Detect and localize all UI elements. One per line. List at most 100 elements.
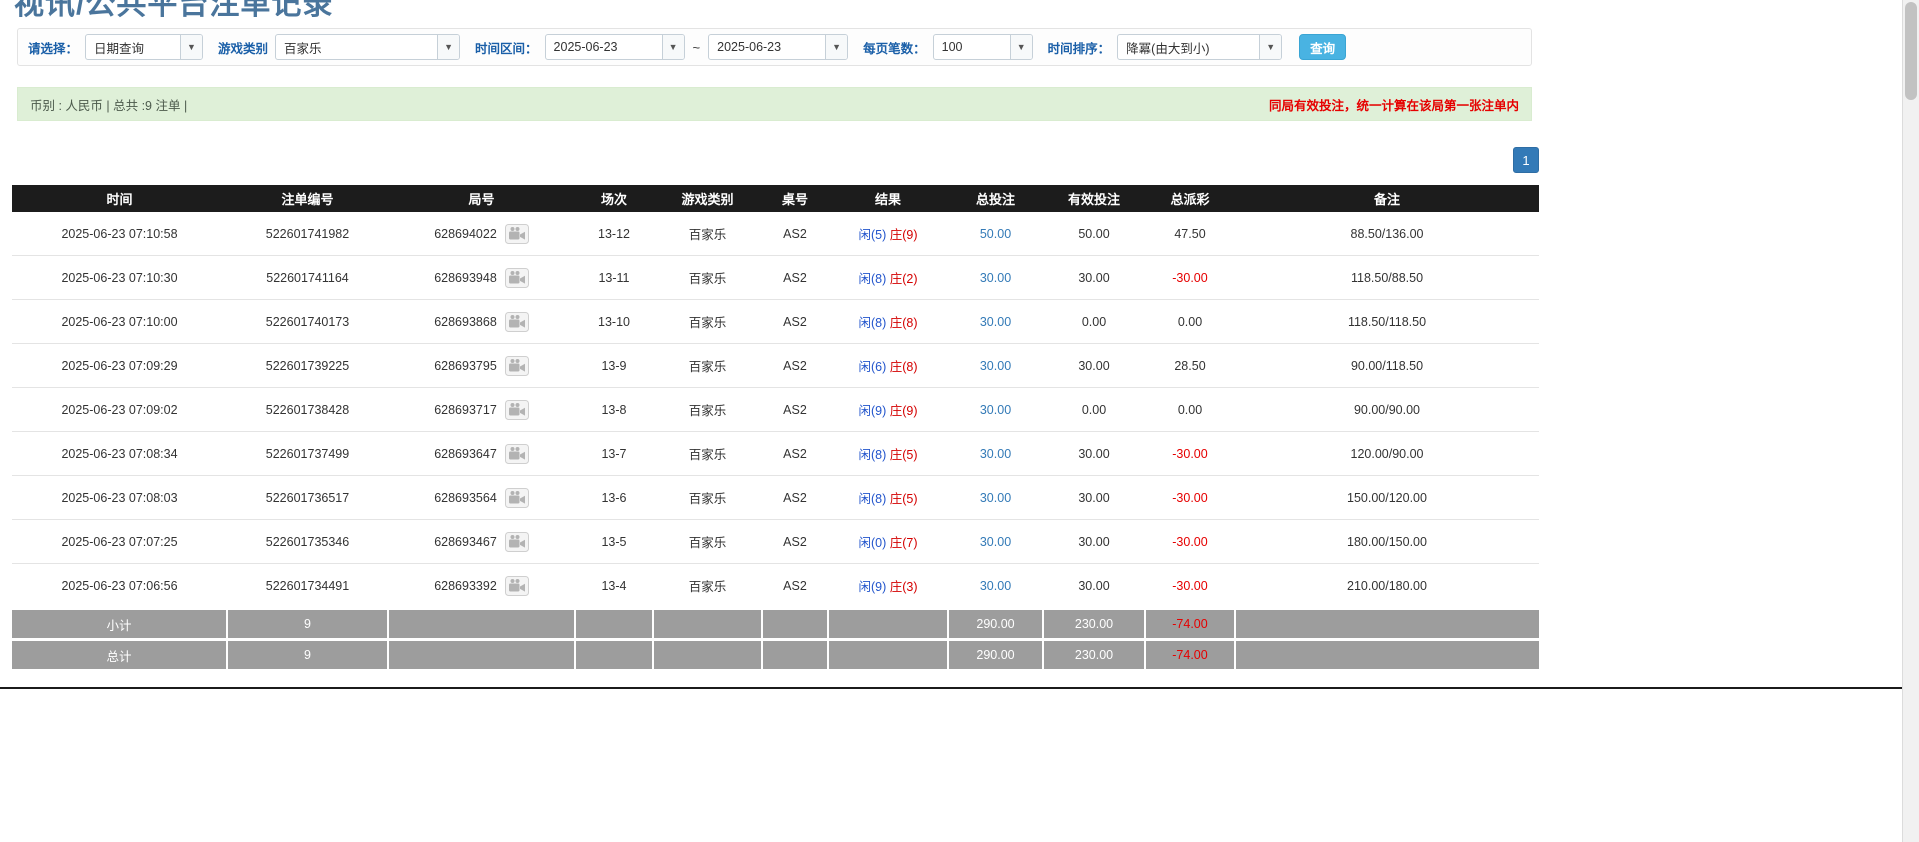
chevron-down-icon[interactable]: ▼ bbox=[825, 35, 847, 59]
cell-session: 13-10 bbox=[575, 300, 653, 344]
cell-payout: -30.00 bbox=[1145, 520, 1235, 564]
footer-valid-bet: 230.00 bbox=[1043, 640, 1145, 670]
cell-time: 2025-06-23 07:10:00 bbox=[12, 300, 227, 344]
filter-bar: 请选择： 日期查询 ▼ 游戏类别 百家乐 ▼ 时间区间： 2025-06-23 … bbox=[17, 28, 1532, 66]
cell-game-type: 百家乐 bbox=[653, 256, 762, 300]
cell-payout: 47.50 bbox=[1145, 212, 1235, 256]
table-row: 2025-06-23 07:10:30522601741164628693948… bbox=[12, 256, 1539, 300]
cell-payout: 0.00 bbox=[1145, 300, 1235, 344]
total-bet-link[interactable]: 30.00 bbox=[980, 579, 1011, 593]
video-replay-icon[interactable] bbox=[505, 312, 529, 332]
cell-remark: 90.00/90.00 bbox=[1235, 388, 1539, 432]
column-header: 局号 bbox=[388, 185, 575, 212]
scrollbar-thumb[interactable] bbox=[1905, 2, 1917, 100]
column-header: 有效投注 bbox=[1043, 185, 1145, 212]
table-row: 2025-06-23 07:09:02522601738428628693717… bbox=[12, 388, 1539, 432]
pagination: 1 bbox=[12, 147, 1539, 173]
cell-valid-bet: 30.00 bbox=[1043, 476, 1145, 520]
footer-empty-cell bbox=[762, 609, 828, 640]
total-bet-link[interactable]: 30.00 bbox=[980, 447, 1011, 461]
cell-valid-bet: 30.00 bbox=[1043, 256, 1145, 300]
sort-order-value: 降冪(由大到小) bbox=[1118, 35, 1259, 59]
video-replay-icon[interactable] bbox=[505, 444, 529, 464]
cell-remark: 88.50/136.00 bbox=[1235, 212, 1539, 256]
column-header: 总派彩 bbox=[1145, 185, 1235, 212]
video-replay-icon[interactable] bbox=[505, 356, 529, 376]
table-row: 2025-06-23 07:08:34522601737499628693647… bbox=[12, 432, 1539, 476]
player-result: 闲(8) bbox=[858, 272, 886, 286]
cell-valid-bet: 0.00 bbox=[1043, 388, 1145, 432]
banker-result: 庄(5) bbox=[890, 448, 918, 462]
footer-label: 总计 bbox=[12, 640, 227, 670]
cell-remark: 180.00/150.00 bbox=[1235, 520, 1539, 564]
total-bet-link[interactable]: 30.00 bbox=[980, 403, 1011, 417]
table-body: 2025-06-23 07:10:58522601741982628694022… bbox=[12, 212, 1539, 609]
game-type-select[interactable]: 百家乐 ▼ bbox=[275, 34, 460, 60]
cell-round: 628693564 bbox=[388, 476, 575, 520]
video-replay-icon[interactable] bbox=[505, 576, 529, 596]
cell-bet-id: 522601741982 bbox=[227, 212, 388, 256]
cell-valid-bet: 50.00 bbox=[1043, 212, 1145, 256]
cell-remark: 118.50/88.50 bbox=[1235, 256, 1539, 300]
banker-result: 庄(8) bbox=[890, 316, 918, 330]
chevron-down-icon[interactable]: ▼ bbox=[1259, 35, 1281, 59]
video-replay-icon[interactable] bbox=[505, 488, 529, 508]
page-size-select[interactable]: 100 ▼ bbox=[933, 34, 1033, 60]
chevron-down-icon[interactable]: ▼ bbox=[437, 35, 459, 59]
total-bet-link[interactable]: 30.00 bbox=[980, 271, 1011, 285]
cell-result: 闲(8) 庄(2) bbox=[828, 256, 948, 300]
video-replay-icon[interactable] bbox=[505, 532, 529, 552]
table-row: 2025-06-23 07:06:56522601734491628693392… bbox=[12, 564, 1539, 609]
query-type-select[interactable]: 日期查询 ▼ bbox=[85, 34, 203, 60]
date-from-input[interactable]: 2025-06-23 ▼ bbox=[545, 34, 685, 60]
date-range-tilde: ~ bbox=[693, 40, 701, 55]
cell-valid-bet: 30.00 bbox=[1043, 432, 1145, 476]
search-button[interactable]: 查询 bbox=[1299, 34, 1346, 60]
total-bet-link[interactable]: 50.00 bbox=[980, 227, 1011, 241]
date-to-value: 2025-06-23 bbox=[709, 35, 825, 59]
footer-empty-cell bbox=[575, 609, 653, 640]
footer-valid-bet: 230.00 bbox=[1043, 609, 1145, 640]
column-header: 时间 bbox=[12, 185, 227, 212]
footer-empty-cell bbox=[653, 640, 762, 670]
page-size-label: 每页笔数： bbox=[863, 38, 926, 57]
cell-remark: 150.00/120.00 bbox=[1235, 476, 1539, 520]
cell-result: 闲(5) 庄(9) bbox=[828, 212, 948, 256]
cell-session: 13-7 bbox=[575, 432, 653, 476]
video-replay-icon[interactable] bbox=[505, 268, 529, 288]
cell-bet-id: 522601740173 bbox=[227, 300, 388, 344]
total-bet-link[interactable]: 30.00 bbox=[980, 315, 1011, 329]
currency-total-text: 币别 : 人民币 | 总共 :9 注单 | bbox=[30, 95, 187, 114]
total-bet-link[interactable]: 30.00 bbox=[980, 535, 1011, 549]
date-to-input[interactable]: 2025-06-23 ▼ bbox=[708, 34, 848, 60]
total-bet-link[interactable]: 30.00 bbox=[980, 359, 1011, 373]
cell-table-no: AS2 bbox=[762, 256, 828, 300]
page-number-button[interactable]: 1 bbox=[1513, 147, 1539, 173]
cell-time: 2025-06-23 07:08:34 bbox=[12, 432, 227, 476]
round-number: 628693948 bbox=[434, 271, 497, 285]
cell-game-type: 百家乐 bbox=[653, 212, 762, 256]
banker-result: 庄(2) bbox=[890, 272, 918, 286]
player-result: 闲(0) bbox=[858, 536, 886, 550]
records-table: 时间注单编号局号场次游戏类别桌号结果总投注有效投注总派彩备注 2025-06-2… bbox=[12, 185, 1539, 669]
round-number: 628693392 bbox=[434, 579, 497, 593]
round-number: 628693868 bbox=[434, 315, 497, 329]
video-replay-icon[interactable] bbox=[505, 224, 529, 244]
cell-session: 13-8 bbox=[575, 388, 653, 432]
chevron-down-icon[interactable]: ▼ bbox=[662, 35, 684, 59]
table-row: 2025-06-23 07:09:29522601739225628693795… bbox=[12, 344, 1539, 388]
footer-count: 9 bbox=[227, 609, 388, 640]
video-replay-icon[interactable] bbox=[505, 400, 529, 420]
chevron-down-icon[interactable]: ▼ bbox=[1010, 35, 1032, 59]
sort-order-select[interactable]: 降冪(由大到小) ▼ bbox=[1117, 34, 1282, 60]
cell-payout: -30.00 bbox=[1145, 432, 1235, 476]
total-bet-link[interactable]: 30.00 bbox=[980, 491, 1011, 505]
cell-payout: -30.00 bbox=[1145, 476, 1235, 520]
cell-game-type: 百家乐 bbox=[653, 344, 762, 388]
chevron-down-icon[interactable]: ▼ bbox=[180, 35, 202, 59]
player-result: 闲(9) bbox=[858, 404, 886, 418]
cell-result: 闲(8) 庄(8) bbox=[828, 300, 948, 344]
summary-bar: 币别 : 人民币 | 总共 :9 注单 | 同局有效投注，统一计算在该局第一张注… bbox=[17, 87, 1532, 121]
footer-total-bet: 290.00 bbox=[948, 640, 1043, 670]
vertical-scrollbar[interactable] bbox=[1902, 0, 1919, 842]
